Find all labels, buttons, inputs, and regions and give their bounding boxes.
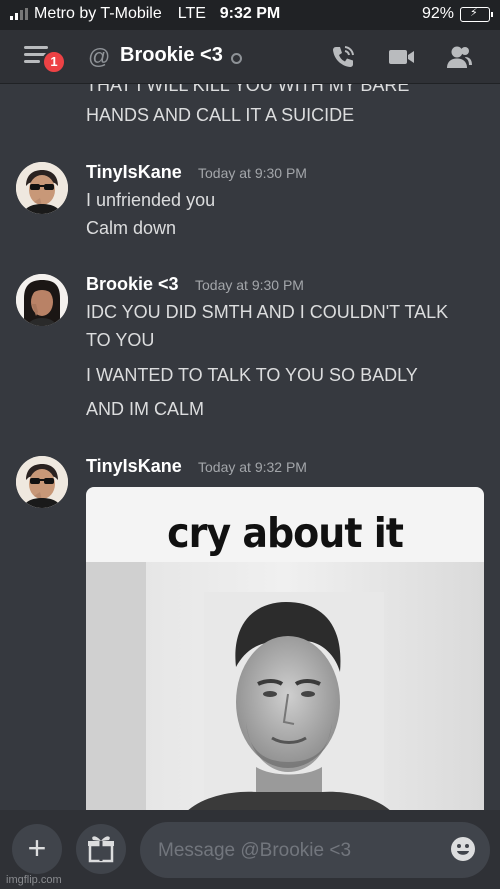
video-icon[interactable] [386,42,416,72]
message-timestamp: Today at 9:30 PM [195,277,304,293]
message-author[interactable]: TinyIsKane [86,162,182,183]
message-timestamp: Today at 9:30 PM [198,165,307,181]
members-icon[interactable] [444,42,474,72]
message-input[interactable]: Message @Brookie <3 [140,822,490,878]
channel-header: 1 @ Brookie <3 [0,30,500,84]
offline-status-icon [231,53,242,64]
message-list[interactable]: THAT I WILL KILL YOU WITH MY BARE HANDS … [0,84,500,810]
message-text: HANDS AND CALL IT A SUICIDE [86,105,355,125]
battery-icon: ⚡ [460,6,493,22]
composer-bar: + Message @Brookie <3 imgflip.com [0,810,500,889]
image-attachment[interactable]: cry about it [86,487,484,810]
message-text: AND IM CALM [86,399,205,419]
gift-icon [88,836,114,863]
avatar[interactable] [16,456,68,508]
message-author[interactable]: TinyIsKane [86,456,182,477]
message-text: THAT I WILL KILL YOU WITH MY BARE [86,84,410,95]
message-text: I unfriended you [86,190,216,210]
meme-photo [86,562,484,810]
notification-badge: 1 [42,50,66,74]
message-text: TO YOU [86,330,155,350]
message-text: I WANTED TO TALK TO YOU SO BADLY [86,365,418,385]
channel-title[interactable]: Brookie <3 [120,44,223,67]
battery-percent: 92% [421,5,454,22]
add-attachment-button[interactable]: + [12,824,62,874]
status-bar: Metro by T-Mobile LTE 9:32 PM 92% ⚡ [0,0,500,30]
message-text: Calm down [86,218,177,238]
gift-button[interactable] [76,824,126,874]
message-placeholder: Message @Brookie <3 [158,840,352,861]
meme-caption: cry about it [167,509,404,557]
at-icon: @ [88,44,111,69]
emoji-icon[interactable] [450,836,476,862]
message-author[interactable]: Brookie <3 [86,274,179,295]
status-right: 92% ⚡ [421,5,493,23]
message-text: IDC YOU DID SMTH AND I COULDN'T TALK [86,302,449,322]
message-timestamp: Today at 9:32 PM [198,459,307,475]
watermark: imgflip.com [6,874,62,886]
call-icon[interactable] [328,42,358,72]
avatar[interactable] [16,162,68,214]
avatar[interactable] [16,274,68,326]
